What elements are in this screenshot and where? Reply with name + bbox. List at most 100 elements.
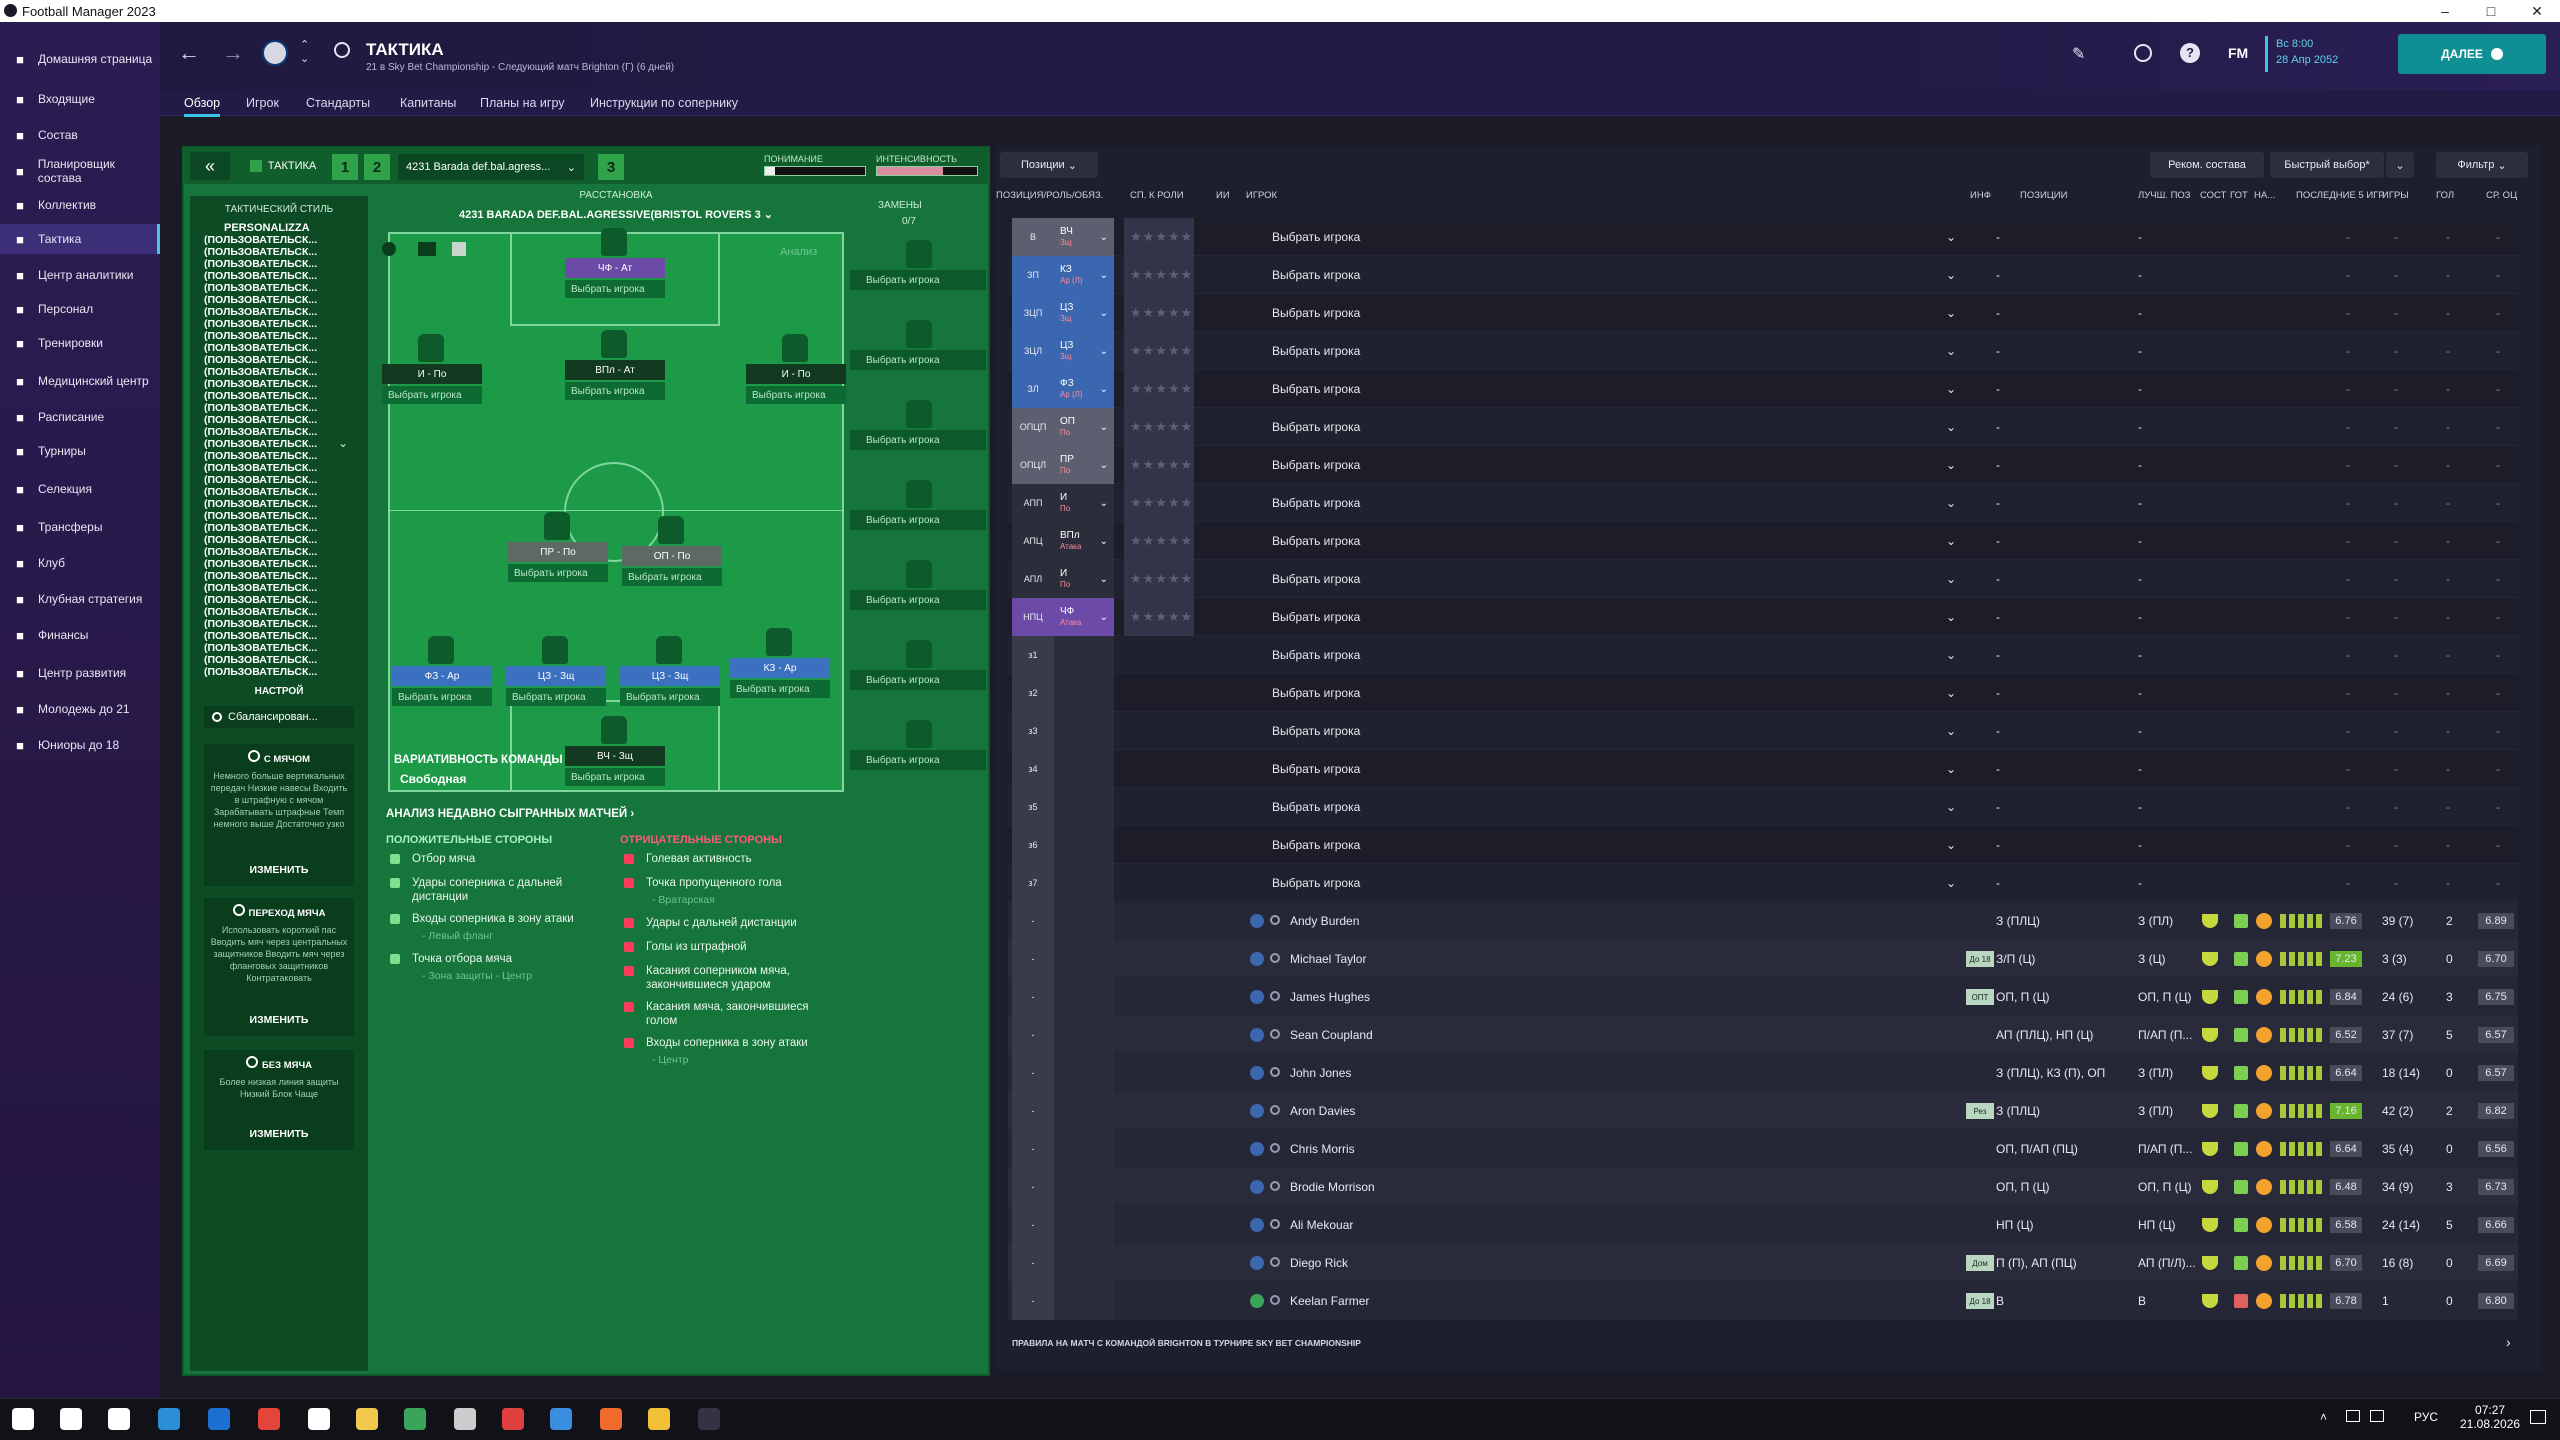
pick-player-chevron-icon[interactable]: ⌄ [1946, 712, 1956, 750]
positive-item[interactable]: Точка отбора мяча [412, 952, 608, 966]
player-info-icon[interactable] [382, 242, 396, 256]
edit-pencil-icon[interactable]: ✎ [2072, 44, 2085, 64]
sub-pick-dropdown[interactable]: Выбрать игрока [850, 270, 986, 290]
pick-player-text[interactable]: Выбрать игрока [1272, 636, 1360, 674]
pick-player-text[interactable]: Выбрать игрока [1272, 484, 1360, 522]
sub-pick-dropdown[interactable]: Выбрать игрока [850, 430, 986, 450]
tray-volume-icon[interactable] [2370, 1410, 2384, 1422]
pitch-position-card[interactable]: ФЗ - Ар [392, 666, 492, 686]
mentality-dropdown[interactable]: Сбалансирован... [204, 706, 354, 728]
windows-start-icon[interactable] [12, 1408, 34, 1430]
tactic-slot-1[interactable]: 1 [332, 154, 358, 180]
sidebar-item-strategy[interactable]: ■ Клубная стратегия [0, 584, 160, 614]
column-header-8[interactable]: ГОТ [2230, 190, 2248, 201]
player-name[interactable]: James Hughes [1290, 978, 1370, 1016]
ball-icon[interactable] [2134, 44, 2152, 62]
positive-item[interactable]: Удары соперника с дальней дистанции [412, 876, 608, 904]
player-name[interactable]: Michael Taylor [1290, 940, 1366, 978]
sub-pick-dropdown[interactable]: Выбрать игрока [850, 670, 986, 690]
player-name[interactable]: Keelan Farmer [1290, 1282, 1369, 1320]
column-header-9[interactable]: НА... [2254, 190, 2275, 201]
sidebar-item-scouting[interactable]: ■ Селекция [0, 474, 160, 504]
pitch-position-card[interactable]: ЦЗ - Зщ [506, 666, 606, 686]
positions-dropdown[interactable]: Позиции ⌄ [1000, 152, 1098, 178]
pick-player-text[interactable]: Выбрать игрока [1272, 712, 1360, 750]
fluidity-value[interactable]: Свободная [400, 772, 466, 786]
club-badge-icon[interactable] [262, 40, 288, 66]
pick-player-chevron-icon[interactable]: ⌄ [1946, 826, 1956, 864]
player-name[interactable]: Diego Rick [1290, 1244, 1348, 1282]
tactic-select-dropdown[interactable]: 4231 Barada def.bal.agress... ⌄ [398, 154, 584, 180]
column-header-11[interactable]: ИГРЫ [2382, 190, 2409, 201]
match-rules-footer[interactable]: ПРАВИЛА НА МАТЧ С КОМАНДОЙ BRIGHTON В ТУ… [1012, 1338, 1361, 1348]
pick-player-text[interactable]: Выбрать игрока [1272, 218, 1360, 256]
xbox-icon[interactable] [404, 1408, 426, 1430]
pick-player-text[interactable]: Выбрать игрока [1272, 522, 1360, 560]
sidebar-item-medical[interactable]: ■ Медицинский центр [0, 366, 160, 396]
player-name[interactable]: John Jones [1290, 1054, 1351, 1092]
recommend-lineup-button[interactable]: Реком. состава [2150, 152, 2264, 178]
column-header-5[interactable]: ПОЗИЦИИ [2020, 190, 2067, 201]
sidebar-item-club[interactable]: ■ Клуб [0, 548, 160, 578]
pitch-position-card[interactable]: ПР - По [508, 542, 608, 562]
role-duty-dropdown[interactable]: КЗ Ар (Л) ⌄ [1054, 256, 1114, 294]
pitch-position-card[interactable]: ЧФ - Ат [565, 258, 665, 278]
player-name[interactable]: Aron Davies [1290, 1092, 1355, 1130]
pitch-position-card[interactable]: ЦЗ - Зщ [620, 666, 720, 686]
role-duty-dropdown[interactable]: ПР По ⌄ [1054, 446, 1114, 484]
pick-player-chevron-icon[interactable]: ⌄ [1946, 560, 1956, 598]
sidebar-item-staff[interactable]: ■ Персонал [0, 294, 160, 324]
game-icon[interactable] [648, 1408, 670, 1430]
negative-item[interactable]: Входы соперника в зону атаки [646, 1036, 842, 1050]
notifications-icon[interactable] [2530, 1410, 2546, 1424]
column-header-12[interactable]: ГОЛ [2436, 190, 2454, 201]
pick-player-chevron-icon[interactable]: ⌄ [1946, 598, 1956, 636]
pick-player-chevron-icon[interactable]: ⌄ [1946, 408, 1956, 446]
role-duty-dropdown[interactable]: ВПл Атака ⌄ [1054, 522, 1114, 560]
tab-2[interactable]: Стандарты [306, 96, 370, 110]
pitch-position-card[interactable]: ВПл - Ат [565, 360, 665, 380]
sidebar-item-schedule[interactable]: ■ Расписание [0, 402, 160, 432]
sidebar-item-inbox[interactable]: ■ Входящие [0, 84, 160, 114]
pick-player-text[interactable]: Выбрать игрока [1272, 370, 1360, 408]
pick-player-text[interactable]: Выбрать игрока [1272, 750, 1360, 788]
pick-player-dropdown[interactable]: Выбрать игрока [746, 386, 846, 404]
tab-1[interactable]: Игрок [246, 96, 279, 110]
sidebar-item-u18[interactable]: ■ Юниоры до 18 [0, 730, 160, 760]
pick-player-chevron-icon[interactable]: ⌄ [1946, 218, 1956, 256]
close-window-button[interactable]: ✕ [2514, 0, 2560, 22]
quick-pick-chevron-icon[interactable]: ⌄ [2386, 152, 2414, 178]
back-arrow-icon[interactable]: ← [178, 40, 200, 66]
change-button-transition[interactable]: ИЗМЕНИТЬ [204, 1014, 354, 1026]
player-name[interactable]: Sean Coupland [1290, 1016, 1373, 1054]
column-header-1[interactable]: СП. К РОЛИ [1130, 190, 1184, 201]
pick-player-chevron-icon[interactable]: ⌄ [1946, 256, 1956, 294]
column-header-3[interactable]: ИГРОК [1246, 190, 1277, 201]
role-duty-dropdown[interactable]: ВЧ Зщ ⌄ [1054, 218, 1114, 256]
player-name[interactable]: Andy Burden [1290, 902, 1359, 940]
tab-app-icon[interactable] [502, 1408, 524, 1430]
outlook-icon[interactable] [208, 1408, 230, 1430]
file-explorer-icon[interactable] [356, 1408, 378, 1430]
sidebar-item-trophy[interactable]: ■ Турниры [0, 436, 160, 466]
sidebar-item-development[interactable]: ■ Центр развития [0, 658, 160, 688]
pick-player-chevron-icon[interactable]: ⌄ [1946, 750, 1956, 788]
date-display[interactable]: Вс 8:00 28 Апр 2052 [2265, 36, 2345, 72]
search-taskbar-icon[interactable] [60, 1408, 82, 1430]
pick-player-text[interactable]: Выбрать игрока [1272, 332, 1360, 370]
pitch-position-card[interactable]: И - По [746, 364, 846, 384]
positive-item[interactable]: Отбор мяча [412, 852, 608, 866]
pick-player-dropdown[interactable]: Выбрать игрока [730, 680, 830, 698]
change-button-in_possession[interactable]: ИЗМЕНИТЬ [204, 864, 354, 876]
role-duty-dropdown[interactable]: ЦЗ Зщ ⌄ [1054, 294, 1114, 332]
steam-icon[interactable] [308, 1408, 330, 1430]
help-icon[interactable]: ? [2180, 43, 2200, 63]
formation-name[interactable]: 4231 BARADA DEF.BAL.AGRESSIVE(BRISTOL RO… [388, 208, 844, 221]
sidebar-item-finance[interactable]: ■ Финансы [0, 620, 160, 650]
maximize-button[interactable]: □ [2468, 0, 2514, 22]
fm23-icon[interactable] [698, 1408, 720, 1430]
sub-pick-dropdown[interactable]: Выбрать игрока [850, 510, 986, 530]
sidebar-item-squad[interactable]: ■ Состав [0, 120, 160, 150]
pick-player-chevron-icon[interactable]: ⌄ [1946, 446, 1956, 484]
negative-item[interactable]: Касания мяча, закончившиеся голом [646, 1000, 842, 1028]
